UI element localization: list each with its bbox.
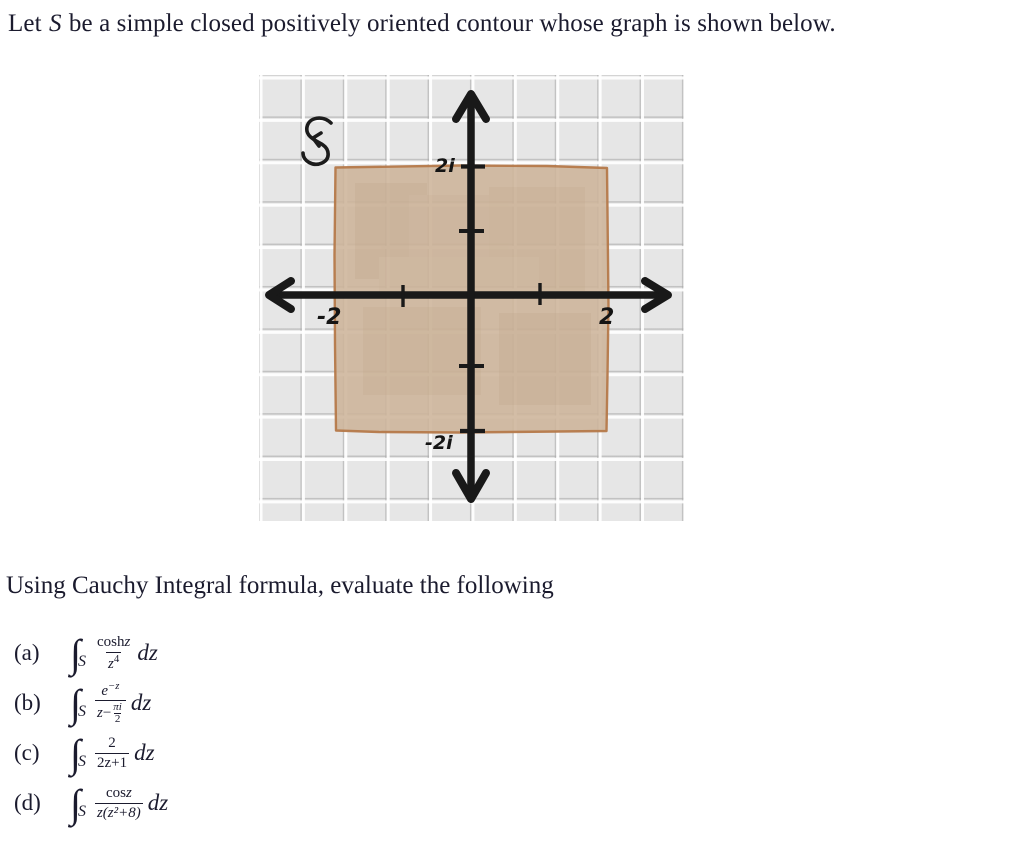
label-2: 2 xyxy=(599,305,614,330)
differential-d: dz xyxy=(147,790,169,815)
numerator-function-d: cos xyxy=(105,785,126,802)
contour-drawing: 2i -2i -2 2 xyxy=(265,90,672,503)
differential-a: dz xyxy=(137,640,158,665)
integral-subscript-b: S xyxy=(77,703,86,720)
prompt-statement: Let S be a simple closed positively orie… xyxy=(8,10,836,38)
denominator-inner-den-b: 2 xyxy=(113,713,122,726)
item-label-c: (c) xyxy=(14,740,40,765)
denominator-exponent-a: 4 xyxy=(113,652,120,665)
integral-subscript-d: S xyxy=(77,803,86,820)
item-label-d: (d) xyxy=(14,790,41,815)
list-item: (a) ∫ S coshz z4 dz xyxy=(14,628,514,678)
prompt-variable-s: S xyxy=(48,10,62,37)
expression-b: ∫ S e−z z− πi 2 dz xyxy=(70,679,152,725)
label-minus-2: -2 xyxy=(317,305,341,330)
list-item: (b) ∫ S e−z z− πi 2 dz xyxy=(14,678,514,728)
contour-figure: 2i -2i -2 2 xyxy=(259,75,684,521)
subprompt-statement: Using Cauchy Integral formula, evaluate … xyxy=(6,572,554,599)
fraction-d: cosz z(z²+8) xyxy=(94,785,143,821)
fraction-c: 2 2z+1 xyxy=(94,735,130,771)
expression-c: ∫ S 2 2z+1 dz xyxy=(70,733,155,773)
contour-orientation-glyph xyxy=(301,116,333,167)
list-item: (c) ∫ S 2 2z+1 dz xyxy=(14,728,514,778)
differential-c: dz xyxy=(134,740,155,765)
numerator-d: cosz xyxy=(104,785,134,802)
question-items-list: (a) ∫ S coshz z4 dz (b) ∫ S e−z z− πi 2 … xyxy=(14,628,514,828)
denominator-b: z− πi 2 xyxy=(94,700,126,725)
fraction-a: coshz z4 xyxy=(95,634,132,671)
denominator-c: 2z+1 xyxy=(94,752,130,771)
numerator-function-a: cosh xyxy=(96,634,125,651)
denominator-minus-b: − xyxy=(102,705,112,722)
item-label-b: (b) xyxy=(14,690,41,715)
expression-d: ∫ S cosz z(z²+8) dz xyxy=(70,783,169,823)
numerator-c: 2 xyxy=(108,735,116,752)
integral-subscript-c: S xyxy=(77,753,86,770)
numerator-b: e−z xyxy=(99,679,121,700)
differential-b: dz xyxy=(130,690,152,715)
numerator-a: coshz xyxy=(95,634,132,651)
fraction-b: e−z z− πi 2 xyxy=(94,679,126,725)
numerator-exponent-b: −z xyxy=(108,679,120,692)
denominator-inner-fraction-b: πi 2 xyxy=(112,702,123,725)
numerator-variable-a: z xyxy=(124,634,131,651)
denominator-inner-num-b: πi xyxy=(113,701,122,714)
integral-subscript-a: S xyxy=(77,653,86,670)
prompt-text-after: be a simple closed positively oriented c… xyxy=(62,10,836,37)
numerator-variable-d: z xyxy=(125,785,132,802)
denominator-a: z4 xyxy=(106,651,122,672)
expression-a: ∫ S coshz z4 dz xyxy=(70,633,158,673)
item-label-a: (a) xyxy=(14,640,40,665)
label-2i: 2i xyxy=(435,155,455,177)
numerator-base-b: e xyxy=(101,682,108,699)
label-minus-2i: -2i xyxy=(425,432,453,454)
denominator-d: z(z²+8) xyxy=(94,802,143,821)
prompt-text-before: Let xyxy=(8,10,48,37)
list-item: (d) ∫ S cosz z(z²+8) dz xyxy=(14,778,514,828)
